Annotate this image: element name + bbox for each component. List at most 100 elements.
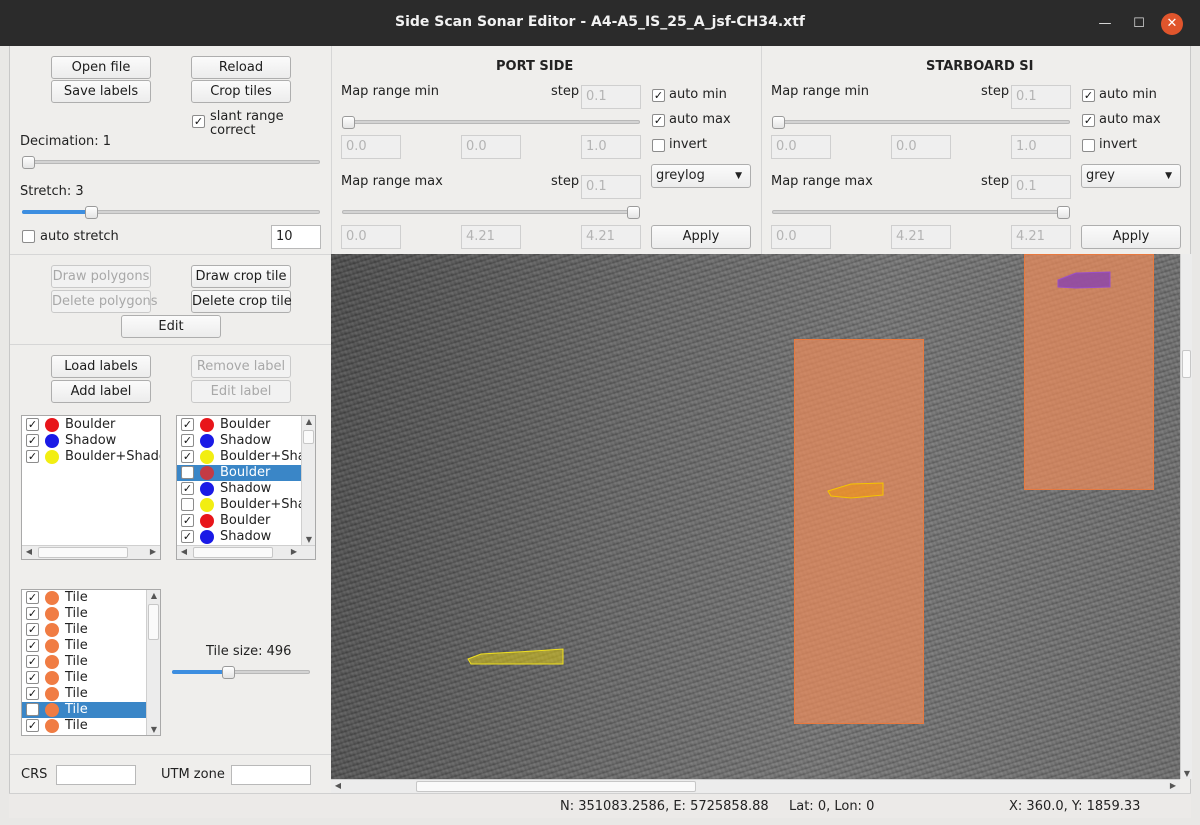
instance-checkbox[interactable] bbox=[181, 514, 194, 527]
starboard-auto-min-checkbox[interactable] bbox=[1082, 89, 1095, 102]
scrollbar-thumb[interactable] bbox=[38, 547, 128, 558]
port-colormap-select[interactable]: greylog ▼ bbox=[651, 164, 751, 188]
list-item[interactable]: Tile bbox=[22, 702, 146, 718]
port-min-step-input[interactable]: 0.1 bbox=[581, 85, 641, 109]
instance-checkbox[interactable] bbox=[181, 466, 194, 479]
image-horizontal-scrollbar[interactable]: ◀ ▶ bbox=[331, 779, 1180, 793]
crop-tiles-button[interactable]: Crop tiles bbox=[191, 80, 291, 103]
scroll-down-icon[interactable]: ▼ bbox=[147, 725, 160, 734]
scroll-up-icon[interactable]: ▲ bbox=[302, 417, 315, 426]
starboard-max-slider-handle[interactable] bbox=[1057, 206, 1070, 219]
starboard-min-field-1[interactable]: 0.0 bbox=[771, 135, 831, 159]
port-auto-min-checkbox[interactable] bbox=[652, 89, 665, 102]
tile-checkbox[interactable] bbox=[26, 703, 39, 716]
list-item[interactable]: Shadow bbox=[177, 481, 315, 497]
port-min-field-2[interactable]: 0.0 bbox=[461, 135, 521, 159]
tile-checkbox[interactable] bbox=[26, 639, 39, 652]
list-item[interactable]: Shadow bbox=[177, 529, 315, 545]
list-item[interactable]: Shadow bbox=[177, 433, 315, 449]
port-auto-max-checkbox[interactable] bbox=[652, 114, 665, 127]
starboard-min-step-input[interactable]: 0.1 bbox=[1011, 85, 1071, 109]
list-item[interactable]: Tile bbox=[22, 718, 146, 734]
auto-stretch-checkbox[interactable] bbox=[22, 230, 35, 243]
shadow-polygon[interactable] bbox=[1057, 271, 1111, 289]
decimation-slider-track[interactable] bbox=[22, 160, 320, 164]
list-item[interactable]: Boulder bbox=[22, 417, 160, 433]
port-max-slider-track[interactable] bbox=[342, 210, 640, 214]
scroll-left-icon[interactable]: ◀ bbox=[331, 781, 345, 790]
port-max-slider-handle[interactable] bbox=[627, 206, 640, 219]
scroll-down-icon[interactable]: ▼ bbox=[1180, 769, 1194, 778]
port-apply-button[interactable]: Apply bbox=[651, 225, 751, 249]
list-item[interactable]: Tile bbox=[22, 590, 146, 606]
list-item[interactable]: Tile bbox=[22, 686, 146, 702]
delete-polygons-button[interactable]: Delete polygons bbox=[51, 290, 158, 313]
draw-polygons-button[interactable]: Draw polygons bbox=[51, 265, 151, 288]
class-checkbox[interactable] bbox=[26, 434, 39, 447]
list-item[interactable]: Tile bbox=[22, 606, 146, 622]
scroll-up-icon[interactable]: ▲ bbox=[147, 591, 160, 600]
tile-checkbox[interactable] bbox=[26, 591, 39, 604]
scroll-right-icon[interactable]: ▶ bbox=[1166, 781, 1180, 790]
port-min-field-1[interactable]: 0.0 bbox=[341, 135, 401, 159]
vertical-scrollbar[interactable]: ▲ ▼ bbox=[146, 590, 160, 735]
tile-checkbox[interactable] bbox=[26, 719, 39, 732]
close-button[interactable]: ✕ bbox=[1161, 13, 1183, 35]
instance-checkbox[interactable] bbox=[181, 434, 194, 447]
class-checkbox[interactable] bbox=[26, 450, 39, 463]
vertical-scrollbar[interactable]: ▲ ▼ bbox=[301, 416, 315, 545]
starboard-min-slider-track[interactable] bbox=[772, 120, 1070, 124]
scrollbar-thumb[interactable] bbox=[1182, 350, 1191, 378]
port-max-step-input[interactable]: 0.1 bbox=[581, 175, 641, 199]
port-min-slider-track[interactable] bbox=[342, 120, 640, 124]
tile-size-slider-handle[interactable] bbox=[222, 666, 235, 679]
list-item[interactable]: Boulder bbox=[177, 417, 315, 433]
reload-button[interactable]: Reload bbox=[191, 56, 291, 79]
instance-checkbox[interactable] bbox=[181, 418, 194, 431]
add-label-button[interactable]: Add label bbox=[51, 380, 151, 403]
scrollbar-thumb[interactable] bbox=[148, 604, 159, 640]
list-item[interactable]: Tile bbox=[22, 654, 146, 670]
instance-checkbox[interactable] bbox=[181, 498, 194, 511]
scrollbar-thumb[interactable] bbox=[193, 547, 273, 558]
starboard-min-field-3[interactable]: 1.0 bbox=[1011, 135, 1071, 159]
class-checkbox[interactable] bbox=[26, 418, 39, 431]
starboard-min-slider-handle[interactable] bbox=[772, 116, 785, 129]
tile-checkbox[interactable] bbox=[26, 687, 39, 700]
list-item[interactable]: Tile bbox=[22, 638, 146, 654]
starboard-max-field-1[interactable]: 0.0 bbox=[771, 225, 831, 249]
horizontal-scrollbar[interactable]: ◀ ▶ bbox=[22, 545, 160, 559]
scroll-left-icon[interactable]: ◀ bbox=[177, 547, 191, 556]
slant-range-checkbox[interactable] bbox=[192, 115, 205, 128]
edit-label-button[interactable]: Edit label bbox=[191, 380, 291, 403]
edit-button[interactable]: Edit bbox=[121, 315, 221, 338]
scroll-down-icon[interactable]: ▼ bbox=[302, 535, 315, 544]
instance-checkbox[interactable] bbox=[181, 482, 194, 495]
tile-checkbox[interactable] bbox=[26, 607, 39, 620]
starboard-auto-max-checkbox[interactable] bbox=[1082, 114, 1095, 127]
port-invert-checkbox[interactable] bbox=[652, 139, 665, 152]
list-item[interactable]: Boulder+Shadow bbox=[177, 449, 315, 465]
remove-label-button[interactable]: Remove label bbox=[191, 355, 291, 378]
boulder-shadow-polygon[interactable] bbox=[467, 648, 564, 665]
list-item[interactable]: Boulder bbox=[177, 513, 315, 529]
auto-stretch-input[interactable]: 10 bbox=[271, 225, 321, 249]
scroll-right-icon[interactable]: ▶ bbox=[146, 547, 160, 556]
list-item[interactable]: Boulder+Shadow bbox=[22, 449, 160, 465]
tile-list[interactable]: TileTileTileTileTileTileTileTileTile ▲ ▼ bbox=[21, 589, 161, 736]
scrollbar-thumb[interactable] bbox=[416, 781, 696, 792]
horizontal-scrollbar[interactable]: ◀ ▶ bbox=[177, 545, 315, 559]
port-min-slider-handle[interactable] bbox=[342, 116, 355, 129]
sonar-image-view[interactable] bbox=[331, 254, 1180, 779]
maximize-button[interactable]: ☐ bbox=[1128, 13, 1150, 35]
starboard-invert-checkbox[interactable] bbox=[1082, 139, 1095, 152]
list-item[interactable]: Boulder+Shadow bbox=[177, 497, 315, 513]
crs-input[interactable] bbox=[56, 765, 136, 785]
image-vertical-scrollbar[interactable]: ▼ bbox=[1180, 254, 1192, 779]
port-max-field-2[interactable]: 4.21 bbox=[461, 225, 521, 249]
port-max-field-1[interactable]: 0.0 bbox=[341, 225, 401, 249]
decimation-slider-handle[interactable] bbox=[22, 156, 35, 169]
load-labels-button[interactable]: Load labels bbox=[51, 355, 151, 378]
label-instance-list[interactable]: ShadowBoulderBoulder+ShadowShadowBoulder… bbox=[176, 415, 316, 560]
tile-checkbox[interactable] bbox=[26, 671, 39, 684]
